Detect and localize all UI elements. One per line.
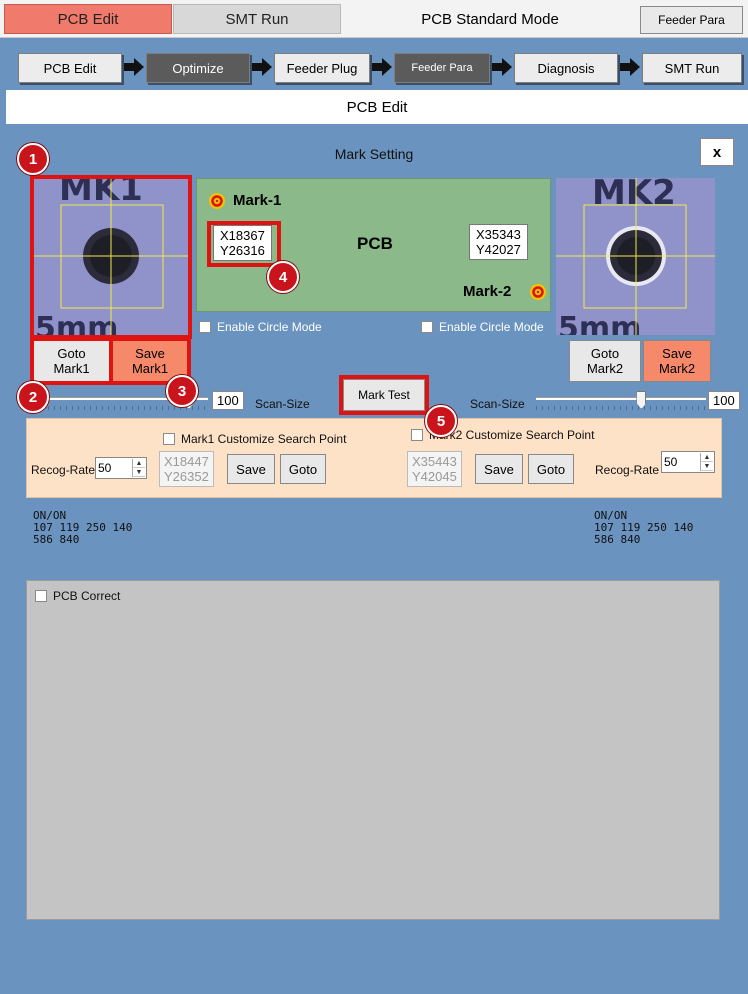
highlight-frame	[30, 337, 113, 385]
mark1-customize-search[interactable]: Mark1 Customize Search Point	[163, 432, 346, 446]
mark2-coord-y: Y42027	[476, 242, 521, 257]
mark2-scan-size-label: Scan-Size	[470, 397, 525, 411]
mark1-customize-label: Mark1 Customize Search Point	[181, 432, 347, 446]
pcb-correct-checkbox[interactable]	[35, 590, 47, 602]
mark2-cam-text: MK2	[592, 178, 676, 213]
arrow-right-icon	[492, 58, 512, 76]
mark2-custom-y: Y42045	[412, 469, 457, 484]
callout-badge-3: 3	[166, 375, 198, 407]
mark1-circle-mode[interactable]: Enable Circle Mode	[199, 320, 322, 334]
spinner-arrows-icon[interactable]: ▲ ▼	[132, 459, 145, 477]
tab-pcb-edit[interactable]: PCB Edit	[4, 4, 172, 34]
highlight-frame	[339, 375, 429, 415]
step-feeder-para[interactable]: Feeder Para	[394, 53, 490, 83]
mark1-recog-rate-label: Recog-Rate	[31, 463, 96, 477]
goto-mark2-line2: Mark2	[586, 361, 624, 376]
workflow-bar: PCB Edit Optimize Feeder Plug Feeder Par…	[6, 38, 748, 90]
tab-smt-run[interactable]: SMT Run	[173, 4, 341, 34]
mark2-scan-size-slider[interactable]	[536, 397, 706, 400]
mode-title: PCB Standard Mode	[421, 10, 559, 28]
page-title: PCB Edit	[6, 90, 748, 124]
save-mark2-line2: Mark2	[658, 361, 696, 376]
mark-target-icon	[530, 284, 546, 300]
mark1-circle-mode-label: Enable Circle Mode	[217, 320, 322, 334]
pcb-correct[interactable]: PCB Correct	[35, 589, 120, 603]
callout-badge-1: 1	[17, 143, 49, 175]
mark1-recog-rate-spinner[interactable]: 50 ▲ ▼	[95, 457, 147, 479]
arrow-right-icon	[124, 58, 144, 76]
mark2-coord-x: X35343	[476, 227, 521, 242]
mark2-recog-rate-label: Recog-Rate	[595, 463, 660, 477]
goto-mark2-button[interactable]: Goto Mark2	[569, 340, 641, 382]
step-diagnosis[interactable]: Diagnosis	[514, 53, 618, 83]
mark2-goto-button[interactable]: Goto	[528, 454, 574, 484]
mark1-status: ON/ON 107 119 250 140 586 840	[33, 510, 132, 546]
pcb-correct-label: PCB Correct	[53, 589, 121, 603]
mark1-goto-button[interactable]: Goto	[280, 454, 326, 484]
mark1-custom-coords: X18447 Y26352	[159, 451, 214, 487]
mark2-cam-text-bottom: 5mm	[558, 311, 641, 335]
mark2-slider-ticks	[536, 406, 706, 410]
mark1-label: Mark-1	[233, 192, 282, 209]
arrow-right-icon	[620, 58, 640, 76]
mark2-custom-coords: X35443 Y42045	[407, 451, 462, 487]
mark2-status: ON/ON 107 119 250 140 586 840	[594, 510, 693, 546]
mark2-customize-checkbox[interactable]	[411, 429, 423, 441]
close-button[interactable]: x	[700, 138, 734, 166]
arrow-right-icon	[252, 58, 272, 76]
callout-badge-4: 4	[267, 261, 299, 293]
mark1-status-line3: 586 840	[33, 533, 80, 546]
mark1-save-button[interactable]: Save	[227, 454, 275, 484]
step-optimize[interactable]: Optimize	[146, 53, 250, 83]
pcb-label: PCB	[357, 234, 393, 253]
mark2-recog-rate-spinner[interactable]: 50 ▲ ▼	[661, 451, 715, 473]
mark2-label: Mark-2	[463, 283, 512, 300]
mark2-save-button[interactable]: Save	[475, 454, 523, 484]
mark1-customize-checkbox[interactable]	[163, 433, 175, 445]
mark2-custom-x: X35443	[412, 454, 457, 469]
step-feeder-plug[interactable]: Feeder Plug	[274, 53, 370, 83]
step-pcb-edit[interactable]: PCB Edit	[18, 53, 122, 83]
highlight-frame	[207, 221, 281, 267]
top-tab-bar: PCB Edit SMT Run PCB Standard Mode Feede…	[0, 0, 748, 38]
mark2-circle-mode-checkbox[interactable]	[421, 321, 433, 333]
customize-search-panel: Mark1 Customize Search Point Recog-Rate …	[26, 418, 722, 498]
mark2-circle-mode[interactable]: Enable Circle Mode	[421, 320, 544, 334]
mark1-recog-rate-value: 50	[98, 461, 112, 475]
spinner-arrows-icon[interactable]: ▲ ▼	[700, 453, 713, 471]
mark2-coordinates: X35343 Y42027	[469, 224, 528, 260]
mark-setting-title: Mark Setting	[334, 146, 414, 162]
save-mark2-button[interactable]: Save Mark2	[643, 340, 711, 382]
step-smt-run[interactable]: SMT Run	[642, 53, 742, 83]
mark2-recog-rate-value: 50	[664, 455, 678, 469]
mark-target-icon	[209, 193, 225, 209]
mark1-custom-x: X18447	[164, 454, 209, 469]
mark2-camera-view[interactable]: MK2 5mm	[556, 178, 715, 335]
arrow-right-icon	[372, 58, 392, 76]
mark2-scan-size-value[interactable]: 100	[708, 391, 740, 410]
mark2-circle-mode-label: Enable Circle Mode	[439, 320, 544, 334]
callout-badge-5: 5	[425, 405, 457, 437]
mark1-scan-size-value[interactable]: 100	[212, 391, 244, 410]
pcb-correct-panel: PCB Correct	[26, 580, 720, 920]
goto-mark2-line1: Goto	[590, 346, 620, 361]
mark1-circle-mode-checkbox[interactable]	[199, 321, 211, 333]
mark1-scan-size-label: Scan-Size	[255, 397, 310, 411]
mark1-custom-y: Y26352	[164, 469, 209, 484]
feeder-para-button[interactable]: Feeder Para	[640, 6, 743, 34]
mark2-status-line3: 586 840	[594, 533, 641, 546]
callout-badge-2: 2	[17, 381, 49, 413]
save-mark2-line1: Save	[662, 346, 692, 361]
highlight-frame	[30, 175, 192, 339]
